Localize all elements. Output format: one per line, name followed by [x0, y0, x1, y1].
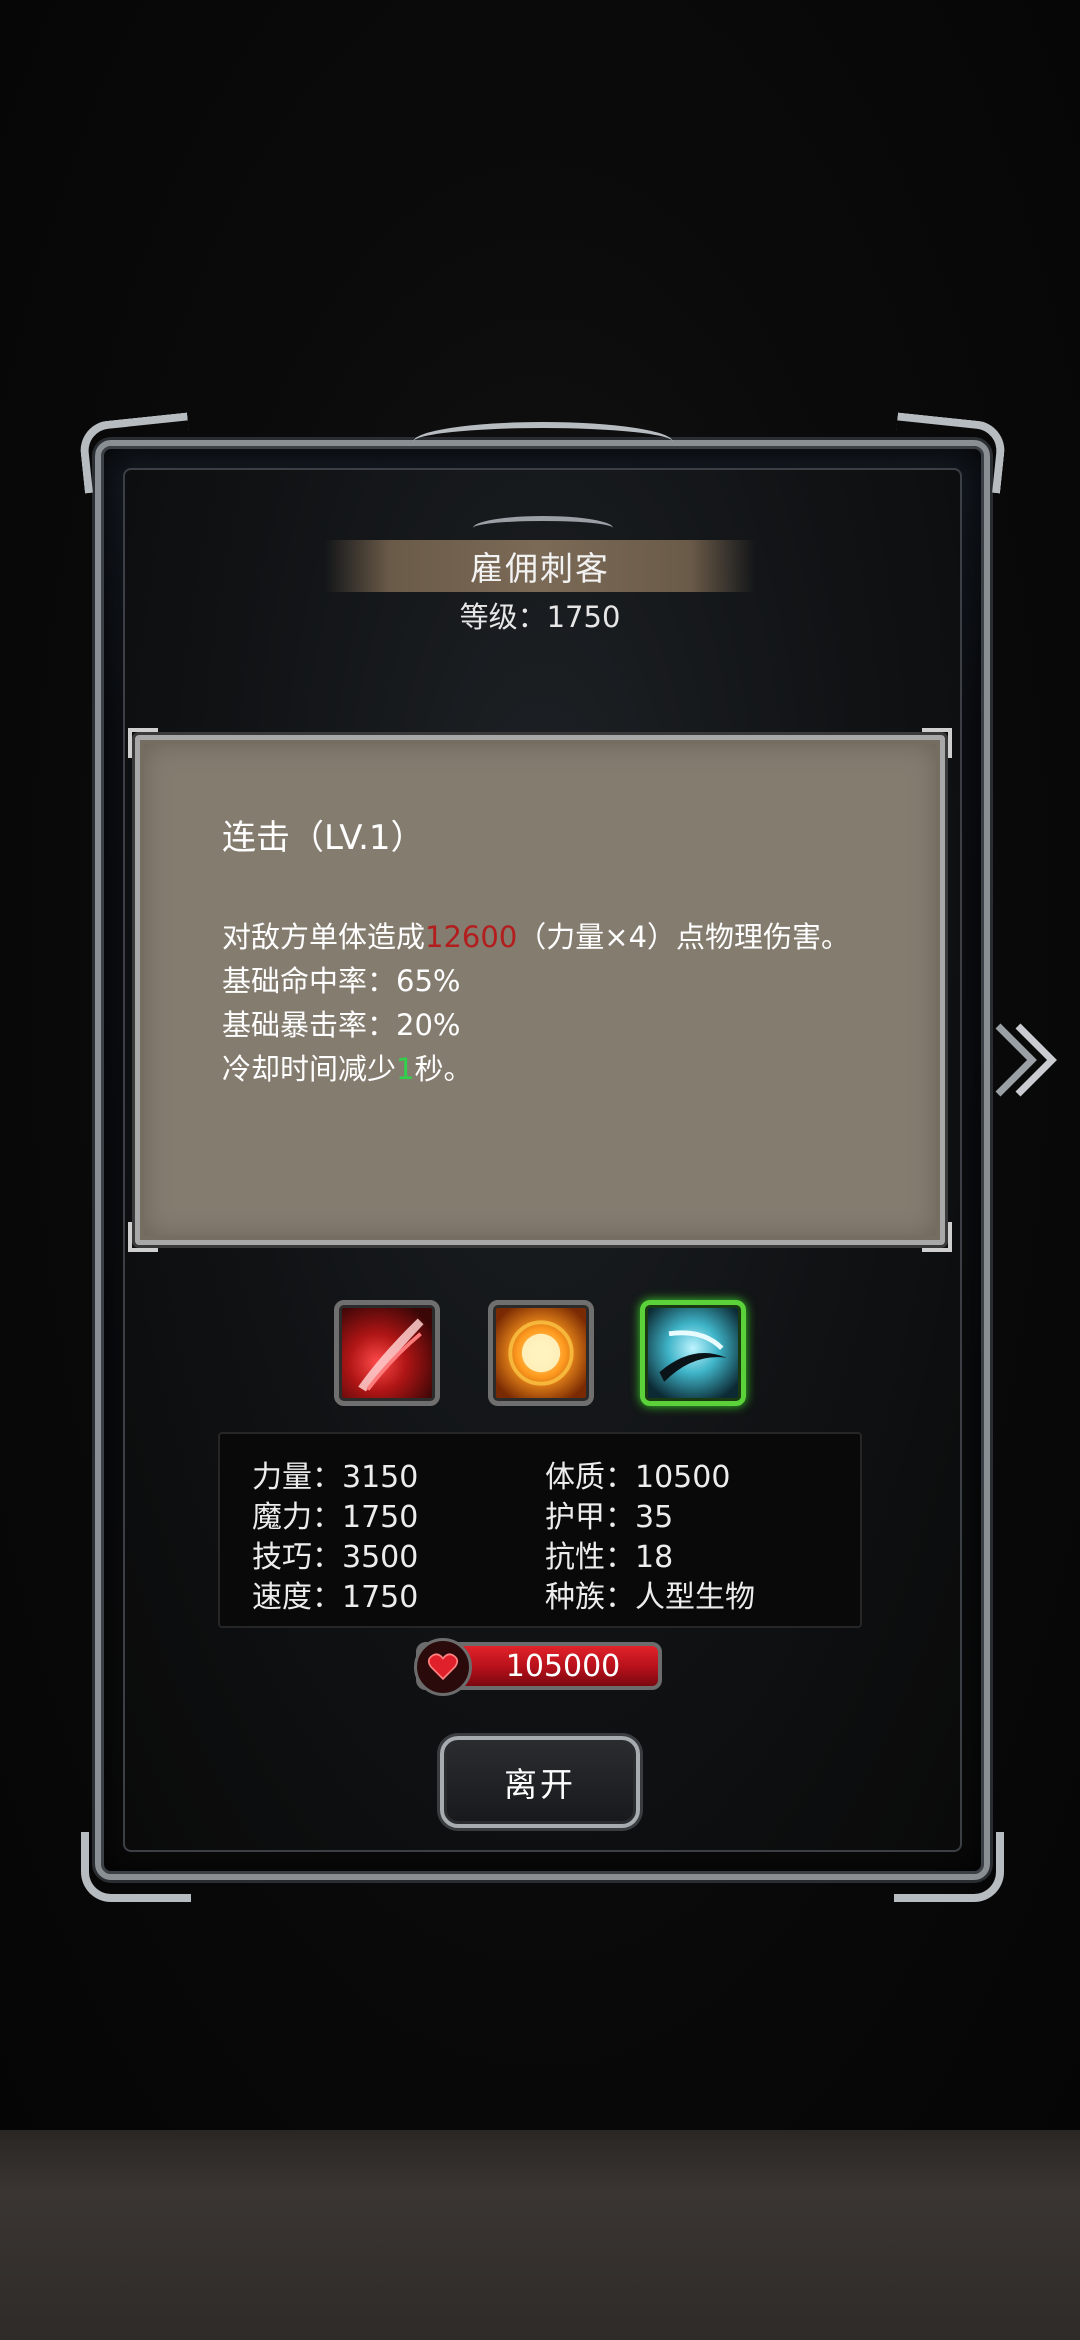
stat-skill: 技巧：3500 [252, 1532, 418, 1576]
character-name: 雇佣刺客 [470, 549, 610, 588]
skill-description-panel: 连击（LV.1） 对敌方单体造成12600（力量×4）点物理伤害。 基础命中率：… [128, 728, 952, 1252]
leave-button-label: 离开 [504, 1765, 576, 1804]
frame-crest-inner [472, 516, 613, 540]
red-slash-icon [358, 1318, 424, 1392]
floor-background [0, 2130, 1080, 2340]
stat-race: 种族：人型生物 [545, 1572, 755, 1616]
stat-label: 力量： [252, 1460, 342, 1495]
cooldown-prefix: 冷却时间减少 [222, 1052, 397, 1086]
stat-label: 速度： [252, 1580, 342, 1615]
stat-armor: 护甲：35 [545, 1492, 673, 1536]
frame-ornament-top-right [890, 412, 1008, 494]
skill-slot-2[interactable] [488, 1300, 594, 1406]
stat-speed: 速度：1750 [252, 1572, 418, 1616]
stat-resistance: 抗性：18 [545, 1532, 673, 1576]
skill-crit-rate: 基础暴击率：20% [222, 1008, 461, 1042]
panel-corner [128, 1222, 158, 1252]
stat-label: 种族： [545, 1580, 635, 1615]
stat-value: 人型生物 [635, 1580, 755, 1615]
level-value: 1750 [546, 600, 621, 634]
frame-crest-top [412, 422, 673, 462]
cooldown-value: 1 [396, 1052, 415, 1086]
stat-label: 抗性： [545, 1540, 635, 1575]
frame-ornament-bottom-right [894, 1832, 1004, 1902]
skill-slot-1[interactable] [334, 1300, 440, 1406]
character-name-title: 雇佣刺客 [325, 540, 755, 592]
stat-label: 护甲： [545, 1500, 635, 1535]
character-level: 等级：1750 [0, 594, 1080, 636]
fire-burst-icon [508, 1320, 574, 1386]
level-label: 等级： [459, 600, 547, 634]
skill-description: 对敌方单体造成12600（力量×4）点物理伤害。 基础命中率：65% 基础暴击率… [222, 915, 882, 1091]
hp-value: 105000 [505, 1648, 621, 1684]
skill-name: 连击（LV.1） [222, 818, 425, 858]
hp-bar: 105000 [414, 1638, 662, 1696]
stat-value: 35 [635, 1500, 674, 1535]
cooldown-suffix: 秒。 [414, 1052, 473, 1086]
panel-corner [128, 728, 158, 758]
skill-damage-value: 12600 [425, 920, 518, 954]
skill-damage-line: 对敌方单体造成12600（力量×4）点物理伤害。 [222, 915, 882, 959]
stat-label: 体质： [545, 1460, 635, 1495]
ice-slash-icon [659, 1330, 727, 1382]
stat-constitution: 体质：10500 [545, 1452, 730, 1496]
stat-value: 3500 [342, 1540, 419, 1575]
stat-magic: 魔力：1750 [252, 1492, 418, 1536]
stat-strength: 力量：3150 [252, 1452, 418, 1496]
leave-button[interactable]: 离开 [440, 1736, 640, 1828]
frame-ornament-bottom-left [81, 1832, 191, 1902]
skill-desc-prefix: 对敌方单体造成 [222, 920, 426, 954]
panel-corner [922, 1222, 952, 1252]
skill-cooldown-line: 冷却时间减少1秒。 [222, 1047, 882, 1091]
next-page-arrow-icon[interactable] [990, 1020, 1060, 1100]
stat-label: 技巧： [252, 1540, 342, 1575]
stat-value: 3150 [342, 1460, 419, 1495]
stat-value: 1750 [342, 1500, 419, 1535]
skill-desc-suffix: （力量×4）点物理伤害。 [517, 920, 851, 954]
skill-hit-rate: 基础命中率：65% [222, 964, 461, 998]
skill-slot-3-selected[interactable] [640, 1300, 746, 1406]
frame-ornament-top-left [77, 412, 195, 494]
stat-value: 10500 [635, 1460, 731, 1495]
stat-label: 魔力： [252, 1500, 342, 1535]
stat-value: 18 [635, 1540, 674, 1575]
panel-corner [922, 728, 952, 758]
heart-icon [414, 1638, 472, 1696]
stat-value: 1750 [342, 1580, 419, 1615]
